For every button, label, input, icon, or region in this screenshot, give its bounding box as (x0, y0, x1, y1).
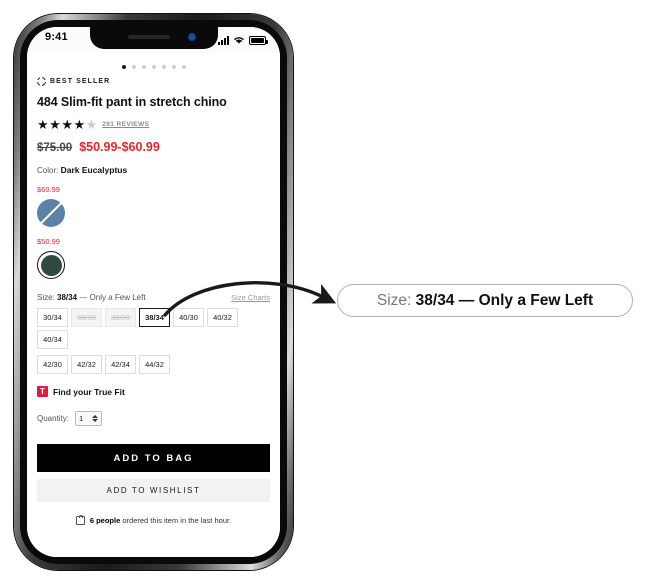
social-proof-message: 6 people ordered this item in the last h… (37, 514, 270, 525)
chevron-updown-icon (92, 415, 99, 422)
best-seller-icon (37, 77, 46, 86)
size-grid-row-2: 42/30 42/32 42/34 44/32 (37, 355, 270, 374)
carousel-dot-3[interactable] (141, 65, 146, 69)
original-price: $75.00 (37, 142, 73, 154)
front-camera-icon (187, 33, 196, 41)
color-value: Dark Eucalyptus (60, 165, 128, 175)
callout-text: Size: 38/34 — Only a Few Left (377, 292, 593, 310)
shopping-bag-icon (75, 514, 85, 525)
callout-label-prefix: Size: (376, 291, 412, 309)
find-true-fit-link[interactable]: T Find your True Fit (37, 386, 270, 397)
carousel-dot-4[interactable] (151, 65, 156, 69)
page-title: 484 Slim-fit pant in stretch chino (37, 95, 227, 109)
curved-arrow-icon (163, 281, 337, 317)
color-row: Color: Dark Eucalyptus (37, 165, 270, 175)
quantity-stepper[interactable]: 1 (75, 411, 103, 426)
add-to-bag-button[interactable]: ADD TO BAG (37, 444, 270, 472)
size-availability-note: — Only a Few Left (79, 293, 146, 302)
size-option-40-34[interactable]: 40/34 (37, 330, 68, 349)
best-seller-label: BEST SELLER (50, 78, 111, 85)
star-icon-1: ★ (37, 117, 49, 132)
callout-value: 38/34 (415, 291, 455, 309)
best-seller-badge: BEST SELLER (37, 77, 270, 86)
size-option-42-34[interactable]: 42/34 (105, 355, 136, 374)
reviews-link[interactable]: 291 REVIEWS (102, 121, 149, 128)
wifi-icon (234, 37, 244, 44)
battery-icon (249, 36, 268, 45)
star-icon-4: ★ (73, 117, 86, 132)
size-option-30-34[interactable]: 30/34 (37, 308, 68, 327)
quantity-row: Quantity: 1 (37, 411, 270, 426)
rating-row: ★ ★ ★ ★ ★ 291 REVIEWS (37, 118, 270, 131)
carousel-dot-5[interactable] (161, 65, 166, 69)
carousel-dot-7[interactable] (181, 65, 186, 69)
carousel-dot-2[interactable] (131, 65, 136, 69)
quantity-label: Quantity: (37, 414, 70, 423)
size-label-prefix: Size: (37, 293, 55, 302)
phone-notch (89, 27, 218, 49)
star-rating: ★ ★ ★ ★ ★ (37, 118, 97, 131)
size-option-38-30: 38/30 (105, 308, 136, 327)
image-carousel-pagination[interactable] (37, 53, 270, 75)
callout-bubble: Size: 38/34 — Only a Few Left (337, 284, 633, 317)
callout-note: Only a Few Left (478, 291, 594, 309)
color-swatch-dark-eucalyptus[interactable] (37, 251, 65, 279)
callout-separator: — (458, 291, 475, 309)
color-label: Color: (37, 166, 59, 175)
size-selected-label: Size: 38/34 — Only a Few Left (37, 293, 146, 302)
carousel-dot-1[interactable] (121, 65, 126, 69)
social-proof-text: ordered this item in the last hour. (120, 516, 232, 525)
size-selected-value: 38/34 (57, 293, 78, 302)
size-option-44-32[interactable]: 44/32 (139, 355, 170, 374)
carousel-dot-6[interactable] (171, 65, 176, 69)
find-true-fit-label: Find your True Fit (53, 386, 125, 397)
add-to-wishlist-button[interactable]: ADD TO WISHLIST (37, 479, 270, 502)
cellular-signal-icon (218, 36, 229, 45)
price-row: $75.00 $50.99-$60.99 (37, 140, 270, 154)
true-fit-icon: T (37, 386, 48, 397)
star-icon-3: ★ (61, 117, 73, 132)
color-swatch-unavailable-blue[interactable] (37, 199, 65, 227)
earpiece-speaker (127, 35, 170, 39)
star-icon-2: ★ (49, 117, 61, 132)
color-swatch-fill (40, 254, 62, 276)
social-proof-count: 6 people (89, 516, 121, 525)
size-option-42-32[interactable]: 42/32 (71, 355, 102, 374)
status-icons (218, 33, 268, 45)
sale-price: $50.99-$60.99 (79, 140, 160, 154)
status-time: 9:41 (45, 31, 68, 43)
quantity-value: 1 (79, 414, 84, 423)
swatch-price-2: $50.99 (37, 237, 60, 246)
size-option-36-30: 36/30 (71, 308, 102, 327)
size-option-42-30[interactable]: 42/30 (37, 355, 68, 374)
swatch-price-1: $60.99 (37, 185, 60, 194)
star-icon-5: ★ (85, 117, 98, 132)
